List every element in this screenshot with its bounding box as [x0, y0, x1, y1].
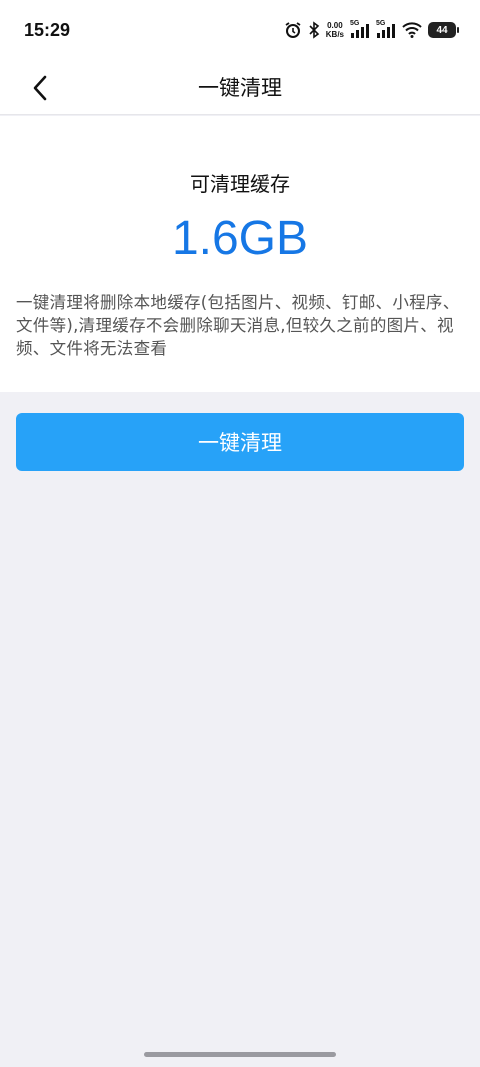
- signal-5g-2: 5G: [376, 20, 396, 38]
- network-speed-value: 0.00: [327, 21, 343, 30]
- wifi-icon: [402, 22, 422, 38]
- status-bar: 15:29 0.00 KB/s 5G 5G 44: [0, 0, 480, 60]
- cache-description: 一键清理将删除本地缓存(包括图片、视频、钉邮、小程序、文件等),清理缓存不会删除…: [16, 293, 460, 358]
- chevron-left-icon: [33, 75, 47, 101]
- back-button[interactable]: [22, 70, 58, 106]
- signal-label: 5G: [350, 20, 360, 27]
- signal-5g-1: 5G: [350, 20, 370, 38]
- cache-heading: 可清理缓存: [190, 172, 290, 196]
- status-icons: 0.00 KB/s 5G 5G 44: [284, 20, 459, 39]
- cache-info-card: 可清理缓存 1.6GB 一键清理将删除本地缓存(包括图片、视频、钉邮、小程序、文…: [0, 116, 480, 392]
- screen: 15:29 0.00 KB/s 5G 5G 44 一键清理 可清理缓存 1.6G…: [0, 0, 480, 1067]
- status-time: 15:29: [24, 19, 71, 40]
- nav-bar: 一键清理: [0, 60, 480, 115]
- battery-icon: 44: [428, 22, 459, 38]
- signal-label: 5G: [376, 20, 386, 27]
- network-speed-unit: KB/s: [325, 30, 344, 39]
- bluetooth-icon: [308, 21, 320, 39]
- network-speed: 0.00 KB/s: [326, 21, 344, 39]
- cache-size-value: 1.6GB: [171, 212, 309, 265]
- page-title: 一键清理: [198, 76, 282, 100]
- home-indicator[interactable]: [144, 1052, 336, 1057]
- alarm-icon: [284, 21, 302, 39]
- one-click-clean-button[interactable]: 一键清理: [16, 413, 464, 471]
